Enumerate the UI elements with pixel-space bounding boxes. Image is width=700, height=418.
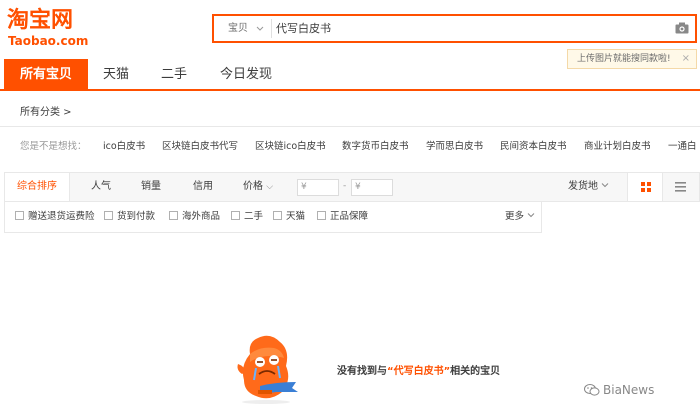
filter-free-return-shipping[interactable]: 赠送退货运费险 bbox=[15, 211, 95, 223]
chevron-down-icon: ⌵ bbox=[266, 182, 274, 192]
filter-label: 正品保障 bbox=[330, 211, 369, 222]
more-filters-button[interactable]: 更多 bbox=[505, 211, 535, 223]
empty-suffix: 相关的宝贝 bbox=[450, 366, 501, 377]
logo-chinese: 淘宝网 bbox=[7, 8, 74, 33]
checkbox[interactable] bbox=[231, 211, 240, 220]
suggestion-link[interactable]: 商业计划白皮书 bbox=[584, 138, 651, 152]
wechat-icon bbox=[584, 384, 600, 396]
checkbox[interactable] bbox=[15, 211, 24, 220]
sort-bar: 综合排序 人气 销量 信用 价格 ⌵ ¥ - ¥ 发货地 bbox=[4, 172, 700, 202]
filter-label: 二手 bbox=[244, 211, 264, 222]
filter-second-hand[interactable]: 二手 bbox=[231, 211, 263, 223]
suggestion-link[interactable]: 学而思白皮书 bbox=[426, 138, 483, 152]
taobao-logo[interactable]: 淘宝网 Taobao.com bbox=[7, 9, 97, 49]
divider bbox=[0, 126, 700, 127]
suggestion-link[interactable]: ico白皮书 bbox=[103, 138, 145, 152]
category-breadcrumb[interactable]: 所有分类 > bbox=[20, 103, 72, 118]
sort-default[interactable]: 综合排序 bbox=[5, 173, 70, 201]
checkbox[interactable] bbox=[317, 211, 326, 220]
logo-english: Taobao.com bbox=[8, 34, 89, 48]
filter-label: 货到付款 bbox=[117, 211, 156, 222]
filter-cash-on-delivery[interactable]: 货到付款 bbox=[104, 211, 155, 223]
ship-from-label: 发货地 bbox=[568, 181, 598, 192]
watermark: BiaNews bbox=[584, 383, 654, 397]
search-bar: 宝贝 代写白皮书 bbox=[212, 14, 697, 43]
chevron-down-icon bbox=[256, 19, 264, 45]
suggestion-link[interactable]: 区块链白皮书代写 bbox=[162, 138, 238, 152]
search-scope-label: 宝贝 bbox=[228, 23, 248, 34]
search-tabs: 所有宝贝 天猫 二手 今日发现 bbox=[0, 59, 700, 91]
tab-all-items[interactable]: 所有宝贝 bbox=[4, 59, 88, 90]
checkbox[interactable] bbox=[169, 211, 178, 220]
empty-result-message: 没有找到与“代写白皮书”相关的宝贝 bbox=[337, 362, 500, 377]
grid-view-icon bbox=[641, 182, 651, 192]
watermark-text: BiaNews bbox=[603, 383, 655, 397]
tab-today-discovery[interactable]: 今日发现 bbox=[210, 59, 282, 90]
list-view-icon bbox=[675, 182, 686, 192]
filter-label: 赠送退货运费险 bbox=[28, 211, 95, 222]
sort-price-label: 价格 bbox=[243, 181, 263, 192]
image-search-button[interactable] bbox=[669, 16, 695, 41]
suggestion-link[interactable]: 数字货币白皮书 bbox=[342, 138, 409, 152]
tab-tmall[interactable]: 天猫 bbox=[90, 59, 142, 90]
sort-price[interactable]: 价格 ⌵ bbox=[243, 173, 273, 201]
filter-overseas[interactable]: 海外商品 bbox=[169, 211, 220, 223]
sort-sales[interactable]: 销量 bbox=[141, 173, 161, 201]
chevron-down-icon bbox=[601, 183, 609, 188]
search-scope-dropdown[interactable]: 宝贝 bbox=[216, 19, 272, 38]
filter-label: 天猫 bbox=[286, 211, 306, 222]
tab-second-hand[interactable]: 二手 bbox=[148, 59, 200, 90]
checkbox[interactable] bbox=[104, 211, 113, 220]
search-input[interactable]: 代写白皮书 bbox=[276, 19, 331, 38]
filter-row: 赠送退货运费险 货到付款 海外商品 二手 天猫 正品保障 更多 bbox=[4, 202, 542, 233]
empty-quote-open: “ bbox=[387, 366, 394, 377]
price-dash: - bbox=[343, 181, 347, 191]
checkbox[interactable] bbox=[273, 211, 282, 220]
ship-from-dropdown[interactable]: 发货地 bbox=[568, 173, 609, 201]
chevron-down-icon bbox=[527, 213, 535, 218]
suggestion-label: 您是不是想找： bbox=[20, 141, 87, 152]
grid-view-button[interactable] bbox=[627, 173, 663, 201]
suggestion-link[interactable]: 一通白 bbox=[668, 138, 697, 152]
sort-credit[interactable]: 信用 bbox=[193, 173, 213, 201]
crying-mascot-icon bbox=[237, 335, 298, 404]
filter-label: 海外商品 bbox=[182, 211, 221, 222]
suggestion-link[interactable]: 区块链ico白皮书 bbox=[255, 138, 326, 152]
suggestion-link[interactable]: 民间资本白皮书 bbox=[500, 138, 567, 152]
camera-icon bbox=[675, 22, 689, 34]
price-min-input[interactable]: ¥ bbox=[297, 179, 339, 196]
list-view-button[interactable] bbox=[663, 173, 699, 201]
price-max-input[interactable]: ¥ bbox=[351, 179, 393, 196]
sort-popularity[interactable]: 人气 bbox=[91, 173, 111, 201]
filter-genuine[interactable]: 正品保障 bbox=[317, 211, 368, 223]
empty-query: 代写白皮书 bbox=[393, 366, 444, 377]
more-label: 更多 bbox=[505, 211, 525, 222]
empty-prefix: 没有找到与 bbox=[337, 366, 387, 377]
filter-tmall[interactable]: 天猫 bbox=[273, 211, 305, 223]
